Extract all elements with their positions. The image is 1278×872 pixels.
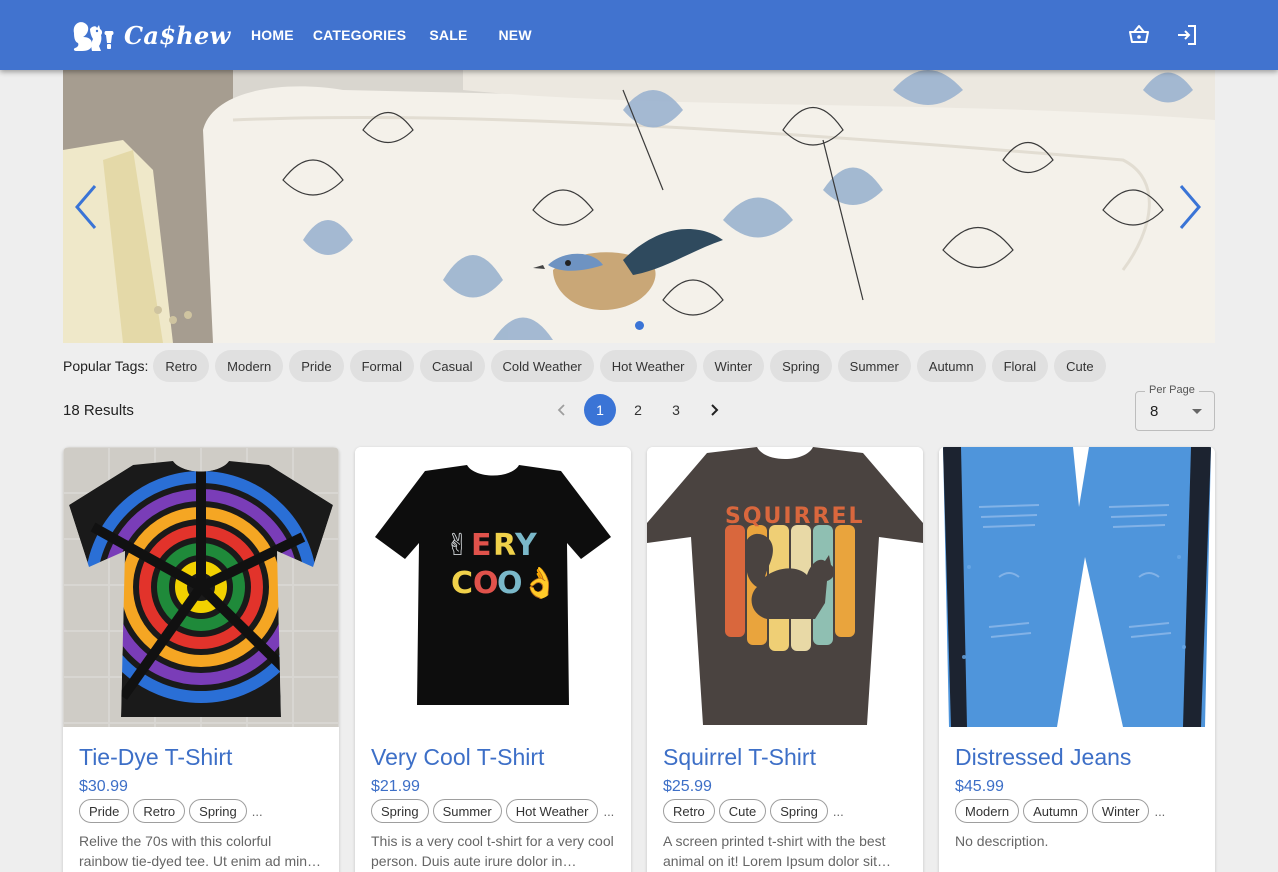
- more-tags-ellipsis: ...: [832, 803, 844, 819]
- product-card[interactable]: Tie-Dye T-Shirt $30.99 Pride Retro Sprin…: [63, 447, 339, 872]
- more-tags-ellipsis: ...: [1154, 803, 1166, 819]
- page-button-1[interactable]: 1: [584, 394, 616, 426]
- product-tag[interactable]: Cute: [718, 799, 767, 823]
- per-page-select[interactable]: Per Page 8: [1135, 384, 1215, 431]
- basket-icon[interactable]: [1127, 23, 1151, 47]
- svg-text:R: R: [493, 528, 516, 563]
- hero-slide-image: [63, 70, 1215, 343]
- prev-page-button[interactable]: [546, 394, 578, 426]
- product-description: A screen printed t-shirt with the best a…: [663, 833, 886, 869]
- product-tags: Pride Retro Spring ...: [79, 799, 263, 823]
- tag-chip[interactable]: Autumn: [916, 350, 986, 382]
- chevron-right-icon: [711, 404, 719, 416]
- squirrel-logo-icon: [73, 22, 114, 51]
- product-tags: Retro Cute Spring ...: [663, 799, 844, 823]
- product-title[interactable]: Very Cool T-Shirt: [371, 744, 544, 771]
- svg-text:Y: Y: [514, 528, 538, 563]
- app-header: Ca$hew HOME CATEGORIES SALE NEW: [0, 0, 1278, 70]
- tag-chip[interactable]: Spring: [770, 350, 832, 382]
- main-nav: HOME CATEGORIES SALE NEW: [251, 0, 532, 70]
- svg-text:✌: ✌: [445, 528, 470, 563]
- product-title[interactable]: Tie-Dye T-Shirt: [79, 744, 232, 771]
- product-tag[interactable]: Pride: [79, 799, 130, 823]
- login-icon[interactable]: [1175, 23, 1199, 47]
- tag-chip[interactable]: Casual: [420, 350, 485, 382]
- popular-tags-label: Popular Tags:: [63, 358, 149, 374]
- product-image-squirrel: SQUIRREL: [647, 447, 923, 727]
- results-count: 18 Results: [63, 402, 134, 419]
- svg-text:👌: 👌: [521, 566, 558, 601]
- svg-text:E: E: [471, 528, 492, 563]
- chevron-left-icon[interactable]: [71, 182, 101, 232]
- per-page-label: Per Page: [1145, 384, 1199, 396]
- product-image-tie-dye: [63, 447, 339, 727]
- more-tags-ellipsis: ...: [251, 803, 263, 819]
- chevron-left-icon: [557, 404, 565, 416]
- product-tag[interactable]: Summer: [432, 799, 502, 823]
- product-card[interactable]: ✌ E R Y C O O 👌 Very Cool T-Shirt $21.99…: [355, 447, 631, 872]
- product-tag[interactable]: Spring: [770, 799, 828, 823]
- chevron-right-icon[interactable]: [1175, 182, 1205, 232]
- nav-new[interactable]: NEW: [498, 27, 531, 43]
- product-card[interactable]: SQUIRREL Squirrel T-Shirt $25.99 Retro C…: [647, 447, 923, 872]
- svg-text:SQUIRREL: SQUIRREL: [725, 504, 865, 529]
- svg-text:O: O: [497, 566, 523, 601]
- tag-chip[interactable]: Winter: [702, 350, 765, 382]
- product-price: $21.99: [371, 778, 420, 795]
- tag-chip[interactable]: Floral: [991, 350, 1049, 382]
- product-tag[interactable]: Retro: [663, 799, 715, 823]
- carousel-dot-active[interactable]: [635, 321, 644, 330]
- tag-chip[interactable]: Summer: [837, 350, 911, 382]
- svg-text:O: O: [473, 566, 499, 601]
- product-description: This is a very cool t-shirt for a very c…: [371, 833, 614, 869]
- popular-tags: Popular Tags: Retro Modern Pride Formal …: [63, 350, 1112, 382]
- product-tag[interactable]: Spring: [371, 799, 429, 823]
- tag-chip[interactable]: Cold Weather: [490, 350, 594, 382]
- per-page-value: 8: [1150, 403, 1159, 420]
- nav-home[interactable]: HOME: [251, 27, 294, 43]
- tag-chip[interactable]: Formal: [349, 350, 415, 382]
- nav-categories[interactable]: CATEGORIES: [313, 27, 407, 43]
- svg-text:C: C: [451, 566, 473, 601]
- product-tag[interactable]: Retro: [133, 799, 186, 823]
- product-tag[interactable]: Winter: [1091, 799, 1150, 823]
- product-tags: Spring Summer Hot Weather ...: [371, 799, 614, 823]
- product-title[interactable]: Distressed Jeans: [955, 744, 1131, 771]
- page-button-2[interactable]: 2: [622, 394, 654, 426]
- hero-carousel: [63, 70, 1215, 343]
- tag-chip[interactable]: Retro: [153, 350, 210, 382]
- page-button-3[interactable]: 3: [660, 394, 692, 426]
- product-tag[interactable]: Modern: [955, 799, 1020, 823]
- tag-chip[interactable]: Cute: [1054, 350, 1106, 382]
- product-price: $30.99: [79, 778, 128, 795]
- product-tag[interactable]: Hot Weather: [505, 799, 599, 823]
- tag-chip[interactable]: Pride: [289, 350, 344, 382]
- tag-chip[interactable]: Hot Weather: [599, 350, 697, 382]
- product-tag[interactable]: Spring: [189, 799, 247, 823]
- product-tags: Modern Autumn Winter ...: [955, 799, 1165, 823]
- next-page-button[interactable]: [698, 394, 730, 426]
- product-description: Relive the 70s with this colorful rainbo…: [79, 833, 322, 869]
- product-title[interactable]: Squirrel T-Shirt: [663, 744, 816, 771]
- pagination: 1 2 3: [546, 394, 736, 426]
- product-image-very-cool: ✌ E R Y C O O 👌: [355, 447, 631, 727]
- caret-down-icon: [1192, 409, 1202, 414]
- tag-chip[interactable]: Modern: [215, 350, 284, 382]
- product-tag[interactable]: Autumn: [1023, 799, 1088, 823]
- more-tags-ellipsis: ...: [603, 803, 615, 819]
- logo[interactable]: Ca$hew: [70, 17, 231, 53]
- product-image-jeans: [939, 447, 1215, 727]
- product-description: No description.: [955, 833, 1049, 849]
- nav-sale[interactable]: SALE: [429, 27, 467, 43]
- product-price: $45.99: [955, 778, 1004, 795]
- product-card[interactable]: Distressed Jeans $45.99 Modern Autumn Wi…: [939, 447, 1215, 872]
- product-price: $25.99: [663, 778, 712, 795]
- logo-text: Ca$hew: [124, 20, 231, 50]
